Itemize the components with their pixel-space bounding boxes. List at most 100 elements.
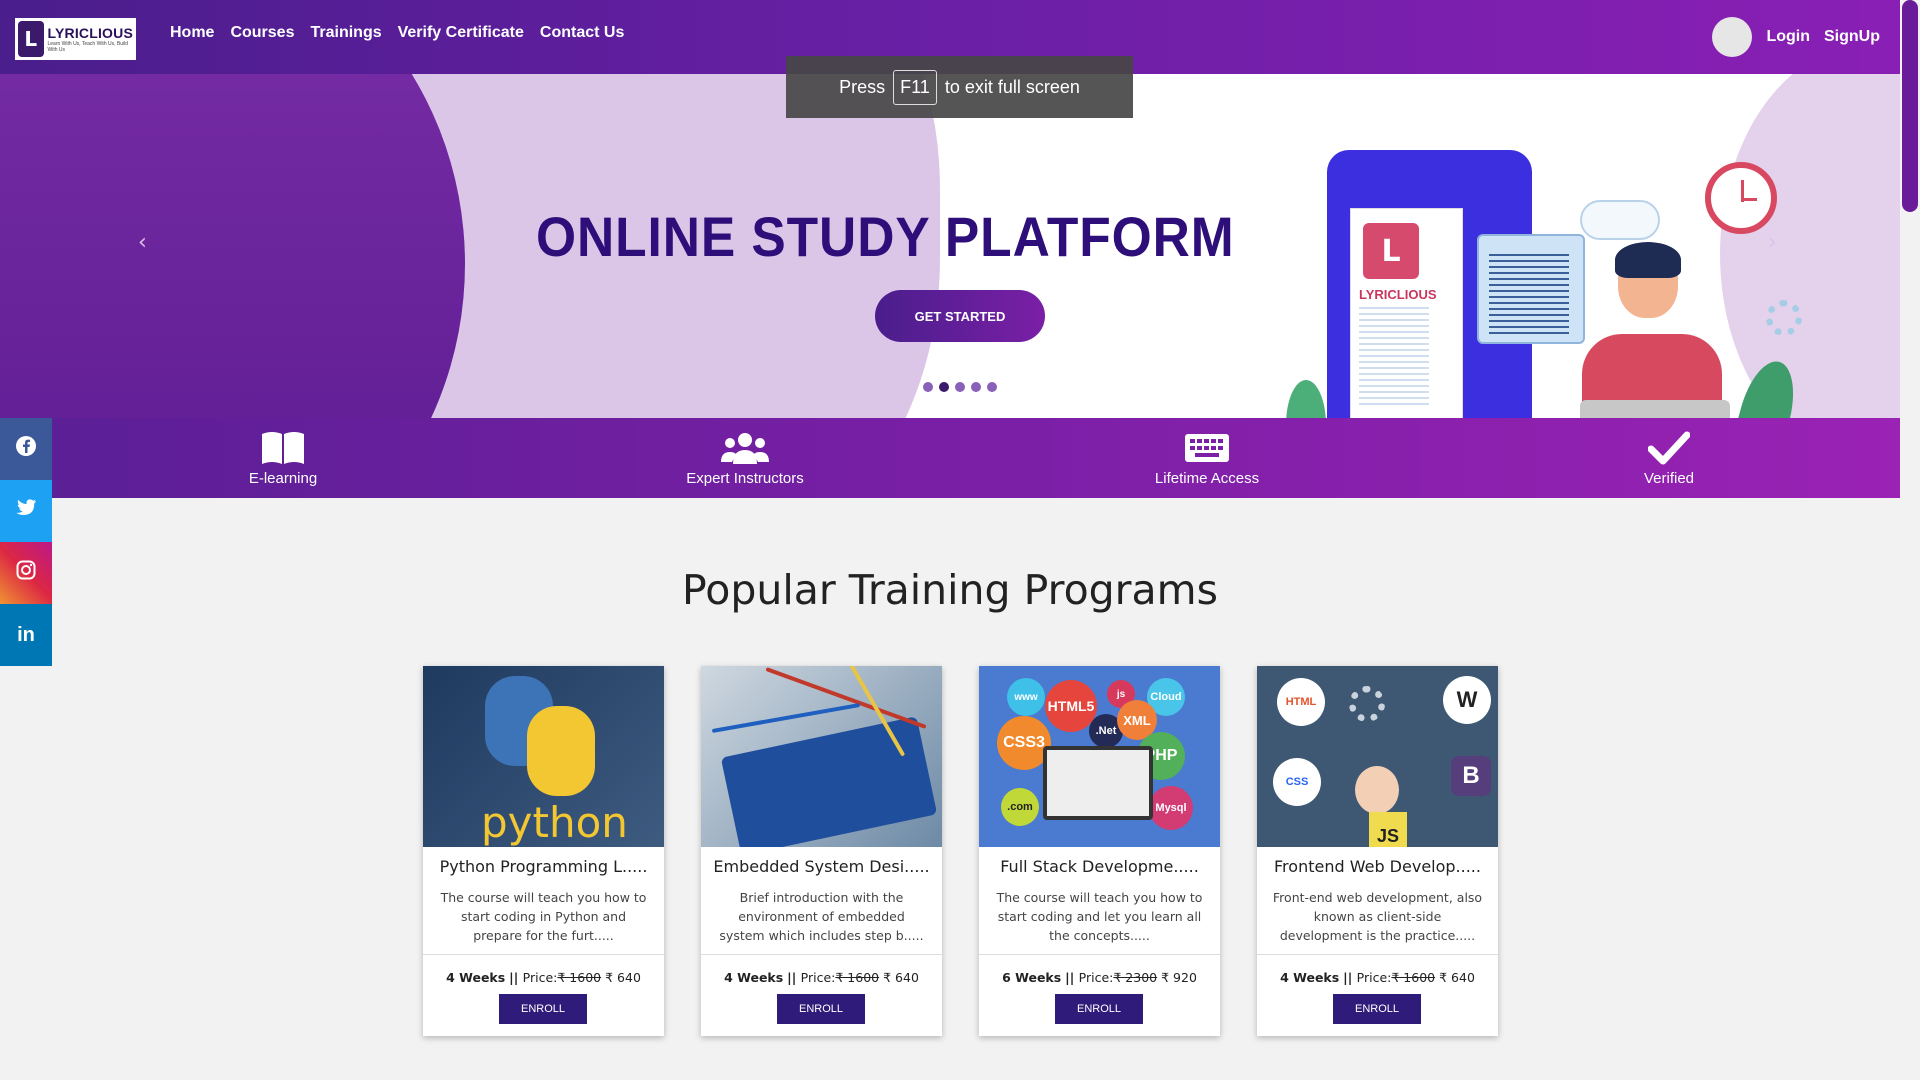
css3-icon: CSS xyxy=(1273,758,1321,806)
carousel-dot-1[interactable] xyxy=(923,382,933,392)
carousel-dot-5[interactable] xyxy=(987,382,997,392)
nav-auth: Login SignUp xyxy=(1712,17,1880,57)
wire-blue xyxy=(711,703,861,733)
course-title[interactable]: Embedded System Desi..... xyxy=(701,857,942,876)
twitter-icon xyxy=(15,498,37,524)
course-title[interactable]: Full Stack Developme..... xyxy=(979,857,1220,876)
course-meta: 4 Weeks || Price:₹ 1600 ₹ 640 xyxy=(446,970,641,985)
toast-suffix: to exit full screen xyxy=(944,76,1080,97)
laptop-icon xyxy=(1043,746,1153,820)
get-started-button[interactable]: GET STARTED xyxy=(875,290,1045,342)
old-price: ₹ 1600 xyxy=(1391,970,1436,985)
plant-right xyxy=(1726,355,1804,418)
nav-contact-us[interactable]: Contact Us xyxy=(540,24,624,42)
bootstrap-icon: B xyxy=(1451,756,1491,796)
python-logo-yellow xyxy=(527,706,595,796)
card-divider xyxy=(701,954,942,955)
js-icon: JS xyxy=(1369,812,1407,847)
clock-icon xyxy=(1705,162,1777,234)
course-description: The course will teach you how to start c… xyxy=(996,890,1203,943)
circuit-board xyxy=(720,716,938,847)
new-price: ₹ 920 xyxy=(1161,970,1197,985)
signup-link[interactable]: SignUp xyxy=(1824,28,1880,46)
twitter-button[interactable] xyxy=(0,480,52,542)
feature-lifetime-access: Lifetime Access xyxy=(976,418,1438,498)
page-scrollbar[interactable] xyxy=(1900,0,1920,1080)
course-card-embedded[interactable]: Embedded System Desi..... Brief introduc… xyxy=(701,666,942,1036)
feature-label: E-learning xyxy=(248,469,318,487)
course-image-embedded xyxy=(701,666,942,847)
wordpress-icon: W xyxy=(1443,676,1491,724)
course-meta: 6 Weeks || Price:₹ 2300 ₹ 920 xyxy=(1002,970,1197,985)
course-duration: 4 Weeks xyxy=(1280,970,1340,985)
login-link[interactable]: Login xyxy=(1766,28,1810,46)
course-card-python[interactable]: python Python Programming L..... The cou… xyxy=(423,666,664,1036)
course-image-python: python xyxy=(423,666,664,847)
brand-logo[interactable]: L LYRICLIOUS Learn With Us, Teach With U… xyxy=(15,18,136,60)
course-duration: 4 Weeks xyxy=(446,970,506,985)
card-divider xyxy=(423,954,664,955)
logo-mark: L xyxy=(18,21,44,57)
enroll-button[interactable]: ENROLL xyxy=(777,994,865,1024)
nav-links: Home Courses Trainings Verify Certificat… xyxy=(170,24,624,42)
keyboard-icon xyxy=(1184,430,1230,466)
price-label: Price: xyxy=(522,970,558,985)
carousel-prev-arrow-icon[interactable]: ‹ xyxy=(138,230,147,255)
carousel-dot-4[interactable] xyxy=(971,382,981,392)
new-price: ₹ 640 xyxy=(1439,970,1475,985)
enroll-button[interactable]: ENROLL xyxy=(1333,994,1421,1024)
nav-courses[interactable]: Courses xyxy=(230,24,294,42)
scrollbar-thumb[interactable] xyxy=(1902,0,1918,212)
old-price: ₹ 1600 xyxy=(835,970,880,985)
facebook-button[interactable] xyxy=(0,418,52,480)
course-image-full-stack: www HTML5 js Cloud CSS3 .Net XML PHP .co… xyxy=(979,666,1220,847)
carousel-dot-3[interactable] xyxy=(955,382,965,392)
card-divider xyxy=(979,954,1220,955)
developer-illustration xyxy=(1355,766,1399,814)
nav-verify-certificate[interactable]: Verify Certificate xyxy=(398,24,524,42)
gear-icon xyxy=(1766,300,1802,336)
toast-prefix: Press xyxy=(839,76,886,97)
course-card-full-stack[interactable]: www HTML5 js Cloud CSS3 .Net XML PHP .co… xyxy=(979,666,1220,1036)
cloud-icon xyxy=(1580,200,1660,240)
nav-home[interactable]: Home xyxy=(170,24,214,42)
course-meta: 4 Weeks || Price:₹ 1600 ₹ 640 xyxy=(724,970,919,985)
window-lines xyxy=(1489,254,1569,334)
price-label: Price: xyxy=(800,970,836,985)
card-divider xyxy=(1257,954,1498,955)
feature-e-learning: E-learning xyxy=(52,418,514,498)
avatar[interactable] xyxy=(1712,17,1753,57)
enroll-button[interactable]: ENROLL xyxy=(499,994,587,1024)
carousel-next-arrow-icon[interactable]: › xyxy=(1768,230,1777,255)
course-title[interactable]: Python Programming L..... xyxy=(423,857,664,876)
carousel-indicators xyxy=(923,382,997,392)
feature-label: Verified xyxy=(1643,469,1695,487)
brand-name: LYRICLIOUS xyxy=(47,25,133,41)
feature-label: Expert Instructors xyxy=(686,469,804,487)
linkedin-icon: in xyxy=(17,623,35,646)
social-sidebar: in xyxy=(0,418,52,666)
hero-title: ONLINE STUDY PLATFORM xyxy=(536,205,1235,268)
html5-icon: HTML xyxy=(1277,678,1325,726)
book-icon xyxy=(260,430,306,466)
wire-red xyxy=(765,667,927,729)
enroll-button[interactable]: ENROLL xyxy=(1055,994,1143,1024)
check-icon xyxy=(1648,430,1690,466)
gear-icon xyxy=(1349,686,1385,722)
plant-left xyxy=(1286,380,1326,418)
person-hair xyxy=(1615,242,1681,278)
logo-text: LYRICLIOUS Learn With Us, Teach With Us,… xyxy=(48,25,134,53)
nav-trainings[interactable]: Trainings xyxy=(310,24,381,42)
course-card-frontend[interactable]: HTML CSS W B JS Frontend Web Develop....… xyxy=(1257,666,1498,1036)
illustration-brand: LYRICLIOUS xyxy=(1359,287,1437,302)
course-cards: python Python Programming L..... The cou… xyxy=(423,666,1498,1036)
course-description: Brief introduction with the environment … xyxy=(719,890,924,943)
new-price: ₹ 640 xyxy=(883,970,919,985)
carousel-dot-2[interactable] xyxy=(939,382,949,392)
brand-tagline: Learn With Us, Teach With Us, Build With… xyxy=(47,41,129,53)
illustration-logo-mark: L xyxy=(1363,223,1419,279)
course-title[interactable]: Frontend Web Develop..... xyxy=(1257,857,1498,876)
users-icon xyxy=(720,430,770,466)
hero-carousel: ‹ › ONLINE STUDY PLATFORM GET STARTED L … xyxy=(0,74,1900,418)
old-price: ₹ 2300 xyxy=(1113,970,1158,985)
